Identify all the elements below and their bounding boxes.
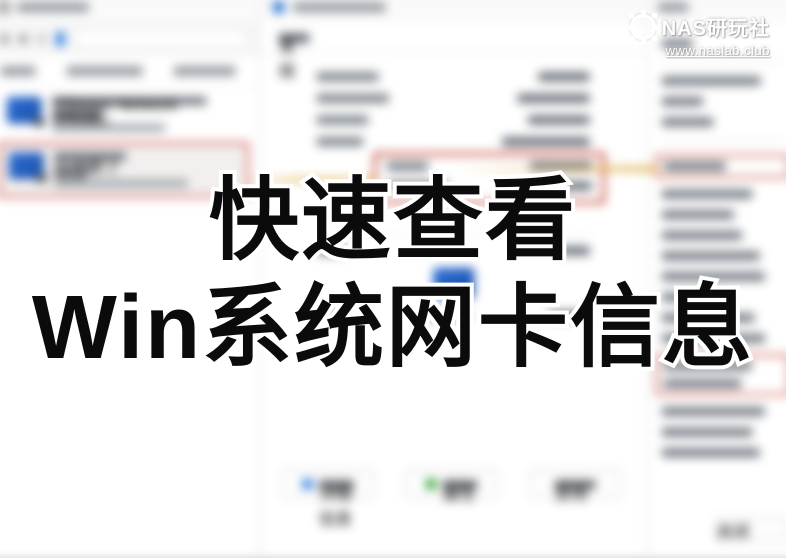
network-connections-window: VMware Network Adapter VMnet 以太网 2 网络 — [0, 0, 259, 558]
dialog-title — [293, 2, 386, 12]
disable-button[interactable]: 禁用 — [529, 470, 622, 499]
menu-item[interactable] — [662, 448, 760, 457]
menu-item[interactable] — [662, 293, 719, 302]
window-title — [17, 2, 89, 12]
menu-item[interactable] — [662, 76, 761, 85]
adapter-desc — [54, 179, 188, 187]
titlebar — [0, 0, 259, 23]
menu-item[interactable] — [662, 407, 765, 416]
menu-item[interactable] — [662, 427, 753, 436]
menu-item[interactable] — [662, 313, 755, 322]
context-panel: 关闭 — [647, 0, 786, 558]
highlighted-property — [656, 154, 786, 178]
adapter-item[interactable]: VMware Network Adapter VMnet — [0, 87, 259, 143]
dialog-icon — [272, 1, 284, 13]
prop-row — [317, 115, 590, 124]
command-bar — [0, 56, 259, 87]
adapter-sub: VMnet — [52, 110, 104, 118]
ethernet-icon — [7, 97, 42, 124]
menu-item[interactable] — [662, 210, 734, 219]
path-icon — [56, 32, 64, 46]
watermark-url: www.naslab.club — [630, 43, 770, 58]
properties-list — [260, 54, 646, 147]
menu-item[interactable] — [662, 117, 714, 126]
explorer-toolbar — [0, 23, 259, 56]
prop-row — [317, 137, 590, 146]
tab-bar: 常规 — [260, 23, 646, 54]
bytes-row — [317, 311, 590, 320]
menu-item[interactable] — [662, 251, 760, 260]
dialog-buttons: 详细信息 属性 禁用 — [277, 470, 627, 499]
tab-general[interactable]: 常规 — [279, 32, 310, 42]
cmd-item[interactable] — [66, 65, 142, 75]
adapter-desc — [52, 124, 165, 132]
cmd-item[interactable] — [174, 65, 236, 75]
gear-icon — [630, 14, 656, 40]
watermark-brand: NAS研玩社 — [662, 12, 770, 41]
properties-button[interactable]: 属性 — [405, 470, 498, 499]
details-button[interactable]: 详细信息 — [282, 470, 375, 499]
activity-icon — [433, 268, 474, 299]
menu-item[interactable] — [662, 97, 703, 106]
nav-forward-icon[interactable] — [19, 35, 27, 43]
prop-row — [317, 94, 590, 103]
adapter-sub: 网络 — [54, 166, 95, 174]
app-icon — [0, 0, 11, 14]
highlighted-speed-area — [373, 152, 605, 204]
menu-item[interactable] — [662, 190, 753, 199]
adapter-name: VMware Network Adapter — [52, 97, 207, 105]
address-bar[interactable] — [75, 30, 247, 49]
dialog-titlebar — [260, 0, 646, 23]
cmd-item[interactable] — [1, 65, 36, 75]
highlighted-value — [656, 354, 786, 395]
watermark: NAS研玩社 www.naslab.club — [630, 12, 770, 58]
ethernet-icon — [9, 152, 44, 179]
adapter-item-selected[interactable]: 以太网 2 网络 — [0, 142, 249, 198]
nav-up-icon[interactable] — [38, 35, 46, 43]
prop-row — [317, 72, 590, 81]
activity-row — [317, 246, 590, 255]
close-button[interactable]: 关闭 — [715, 517, 786, 542]
menu-item[interactable] — [662, 272, 765, 281]
nav-back-icon[interactable] — [1, 35, 9, 43]
menu-item[interactable] — [662, 334, 765, 343]
adapter-name: 以太网 2 — [54, 152, 126, 160]
menu-item[interactable] — [662, 231, 742, 240]
menu-list — [647, 23, 786, 474]
